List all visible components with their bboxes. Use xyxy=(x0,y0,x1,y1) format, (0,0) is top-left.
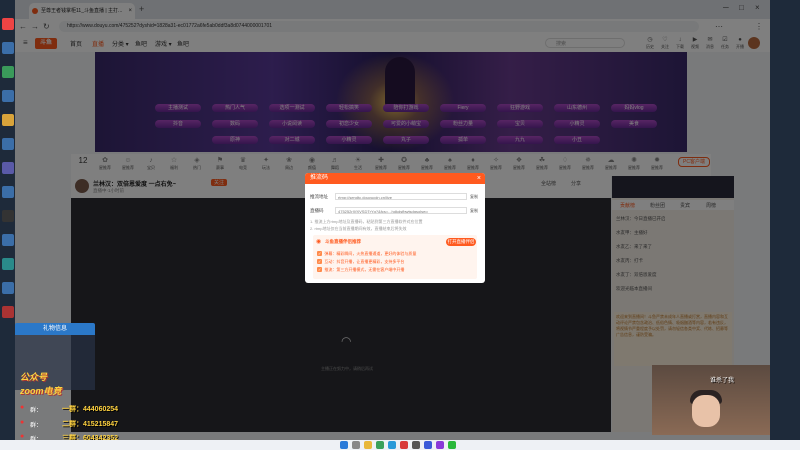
desktop-icon[interactable] xyxy=(2,234,14,246)
app-icon[interactable] xyxy=(412,441,420,449)
desktop-icon[interactable] xyxy=(2,138,14,150)
stream-key-dialog: 推流码 × 推流地址 rtmp://sendtc.douyucdn.cn/liv… xyxy=(305,173,485,283)
assistant-icon: ◉ xyxy=(316,239,322,245)
streamer-face xyxy=(692,395,720,427)
wechat-icon[interactable] xyxy=(448,441,456,449)
desktop-icon[interactable] xyxy=(2,186,14,198)
dialog-header: 推流码 × xyxy=(305,173,485,184)
qq-icon: ● xyxy=(20,433,25,440)
promo-text: zoom电竞 xyxy=(20,386,62,396)
stream-key-field[interactable]: 475252rXfXVSDTrYg?&fcs=...hdkdsfbwtsdgso… xyxy=(335,207,467,214)
feature-line: ✓ 弹幕：精彩瞬间，火热直播通道，更好的体验与质量 xyxy=(317,251,417,256)
qq-icon: ● xyxy=(20,419,25,426)
desktop-icon[interactable] xyxy=(2,306,14,318)
rtmp-label: 推流地址 xyxy=(310,194,328,199)
open-assistant-button[interactable]: 打开直播伴侣 xyxy=(446,238,476,246)
copy-address-button[interactable]: 复制 xyxy=(470,194,478,200)
gift-info-header: 礼物信息 xyxy=(15,323,95,335)
assistant-promo: ◉ 斗鱼直播伴侣推荐 打开直播伴侣 ✓ 弹幕：精彩瞬间，火热直播通道，更好的体验与… xyxy=(313,235,477,279)
assistant-title: 斗鱼直播伴侣推荐 xyxy=(325,239,361,244)
taskbar xyxy=(0,440,800,450)
promo-text: 公众号 xyxy=(20,372,48,382)
desktop-icon[interactable] xyxy=(2,162,14,174)
desktop-icon[interactable] xyxy=(2,66,14,78)
search-icon[interactable] xyxy=(352,441,360,449)
app-icon[interactable] xyxy=(400,441,408,449)
desktop-icon[interactable] xyxy=(2,90,14,102)
desktop-icon[interactable] xyxy=(2,114,14,126)
tip-text: 2. rtmp地址仅在当前直播期间有效，直播结束后将失效 xyxy=(310,226,407,231)
webcam-caption: 谁杀了我 xyxy=(710,378,735,384)
app-icon[interactable] xyxy=(424,441,432,449)
rtmp-address-field[interactable]: rtmp://sendtc.douyucdn.cn/live xyxy=(335,193,467,200)
browser-icon[interactable] xyxy=(376,441,384,449)
feature-line: ✓ 互动：抖音开播，让直播更精彩，支持多平台 xyxy=(317,259,405,264)
explorer-icon[interactable] xyxy=(364,441,372,449)
tip-text: 1. 推流上方rtmp地址及直播码，粘贴到第三方直播软件对应位置 xyxy=(310,219,423,224)
group-number: 二群：415215847 xyxy=(62,421,119,428)
close-icon[interactable]: × xyxy=(477,173,481,184)
stream-key-label: 直播码 xyxy=(310,208,324,213)
group-number: 一群：444060254 xyxy=(62,406,119,413)
qq-icon: ● xyxy=(20,404,25,411)
copy-key-button[interactable]: 复制 xyxy=(470,208,478,214)
desktop-icon[interactable] xyxy=(2,282,14,294)
app-icon[interactable] xyxy=(436,441,444,449)
dialog-title: 推流码 xyxy=(310,175,329,181)
desktop-icon[interactable] xyxy=(2,42,14,54)
group-label: 群： xyxy=(30,408,43,414)
webcam-overlay: 谁杀了我 xyxy=(652,365,770,435)
desktop-icon[interactable] xyxy=(2,258,14,270)
feature-line: ✓ 推流：第三方开播模式，无需在客户端中开播 xyxy=(317,267,405,272)
desktop-icon[interactable] xyxy=(2,210,14,222)
edge-icon[interactable] xyxy=(388,441,396,449)
desktop-icon[interactable] xyxy=(2,18,14,30)
start-icon[interactable] xyxy=(340,441,348,449)
group-label: 群： xyxy=(30,423,43,429)
